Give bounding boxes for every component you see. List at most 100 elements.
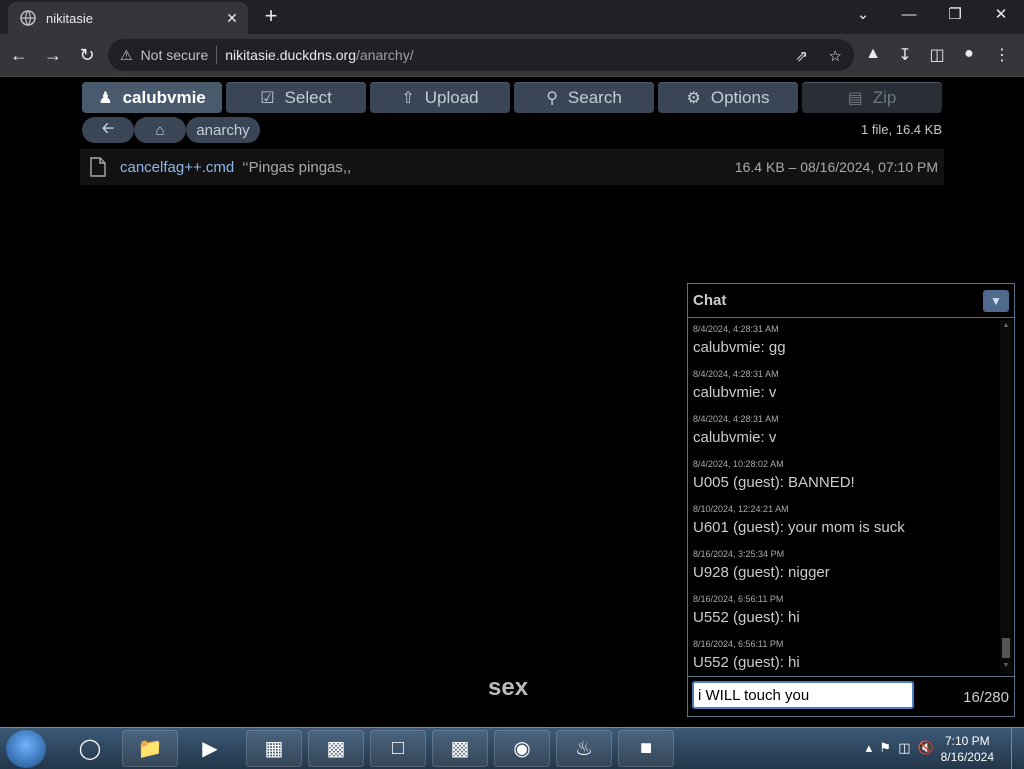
url-path: /anarchy/ [356, 47, 414, 63]
chat-message: 8/16/2024, 6:56:11 PM U552 (guest): hi [693, 590, 996, 635]
home-icon: ⌂ [155, 121, 165, 139]
file-row[interactable]: cancelfag++.cmd ‘‘Pingas pingas,, 16.4 K… [80, 149, 944, 185]
chat-log[interactable]: 8/4/2024, 4:28:31 AM calubvmie: gg 8/4/2… [688, 320, 996, 674]
browser-tab[interactable]: nikitasie ✕ [8, 2, 248, 34]
scroll-down-icon[interactable]: ▼ [1000, 662, 1012, 672]
chat-message: 8/10/2024, 12:24:21 AM U601 (guest): you… [693, 500, 996, 545]
file-description: ‘‘Pingas pingas,, [242, 158, 352, 176]
chat-input[interactable] [692, 681, 914, 709]
clock-date: 8/16/2024 [940, 750, 994, 764]
labs-flask-icon[interactable]: ▲ [863, 45, 883, 63]
scroll-thumb[interactable] [1002, 638, 1010, 658]
breadcrumb-anarchy[interactable]: anarchy [186, 117, 260, 143]
tab-strip: nikitasie ✕ + ⌄ — ❐ ✕ [0, 0, 1024, 34]
chrome-icon[interactable]: ◉ [494, 730, 550, 767]
java-icon[interactable]: ♨ [556, 730, 612, 767]
tab-title: nikitasie [46, 10, 93, 26]
download-icon[interactable]: ↧ [895, 45, 915, 65]
star-icon[interactable]: ☆ [829, 47, 842, 65]
chat-text: U005 (guest): BANNED! [693, 474, 855, 491]
upload-button-label: Upload [424, 87, 479, 107]
upload-button[interactable]: ⇧ Upload [370, 82, 510, 113]
collapse-chevron-icon[interactable]: ▼ [983, 289, 1009, 312]
menu-kebab-icon[interactable]: ⋮ [992, 45, 1012, 65]
back-arrow-icon: 🡠 [101, 119, 115, 137]
chat-text: U601 (guest): your mom is suck [693, 519, 905, 536]
chat-input-area: 16/280 [688, 676, 1014, 717]
chat-text: calubvmie: v [693, 384, 777, 401]
globe-icon [20, 10, 36, 26]
url-host: nikitasie.duckdns.org [225, 47, 357, 63]
chat-scrollbar[interactable]: ▲ ▼ [1000, 320, 1012, 674]
chat-message: 8/4/2024, 10:28:02 AM U005 (guest): BANN… [693, 455, 996, 500]
minecraft-icon[interactable]: ■ [618, 730, 674, 767]
browser-toolbar: ← → ↻ ⚠ Not secure nikitasie.duckdns.org… [0, 34, 1024, 77]
close-window-button[interactable]: ✕ [978, 0, 1024, 30]
zip-button-label: Zip [872, 87, 897, 107]
zip-file-icon: ▤ [847, 89, 863, 107]
search-button[interactable]: ⚲ Search [514, 82, 654, 113]
system-tray-icons[interactable]: ▴ ⚑ ◫ 🔇 [866, 740, 934, 756]
side-panel-icon[interactable]: ◫ [927, 45, 947, 65]
select-button[interactable]: ☑ Select [226, 82, 366, 113]
new-tab-button[interactable]: + [258, 4, 284, 30]
chat-message: 8/16/2024, 6:56:11 PM U552 (guest): hi [693, 635, 996, 674]
ie-icon[interactable]: ◯ [62, 730, 118, 767]
chat-panel: Chat ▼ 8/4/2024, 4:28:31 AM calubvmie: g… [687, 283, 1015, 717]
app-blocks-icon[interactable]: □ [370, 730, 426, 767]
gear-icon: ⚙ [686, 89, 701, 107]
forward-arrow-icon[interactable]: → [38, 40, 68, 70]
chat-message: 8/4/2024, 4:28:31 AM calubvmie: gg [693, 320, 996, 365]
back-arrow-icon[interactable]: ← [4, 40, 34, 70]
file-name-link[interactable]: cancelfag++.cmd [120, 159, 234, 176]
start-button[interactable] [6, 730, 46, 768]
minimize-button[interactable]: — [886, 0, 932, 30]
media-player-icon[interactable]: ▶ [182, 730, 238, 767]
tab-search-icon[interactable]: ⌄ [840, 0, 886, 30]
address-divider [216, 46, 218, 64]
chat-message: 8/4/2024, 4:28:31 AM calubvmie: v [693, 410, 996, 455]
clock[interactable]: 7:10 PM 8/16/2024 [941, 733, 994, 765]
address-bar[interactable]: ⚠ Not secure nikitasie.duckdns.org/anarc… [108, 39, 854, 71]
chat-timestamp: 8/4/2024, 4:28:31 AM [693, 324, 779, 334]
cmd-icon-2[interactable]: ▩ [432, 730, 488, 767]
explorer-folder-icon[interactable]: 📁 [122, 730, 178, 767]
search-button-label: Search [567, 87, 622, 107]
options-button[interactable]: ⚙ Options [658, 82, 798, 113]
security-label[interactable]: Not secure [141, 47, 209, 63]
file-meta: 16.4 KB – 08/16/2024, 07:10 PM [734, 159, 938, 175]
cmd-icon[interactable]: ▩ [308, 730, 364, 767]
warning-icon: ⚠ [120, 46, 133, 63]
chat-text: U552 (guest): hi [693, 654, 800, 671]
chat-text: calubvmie: v [693, 429, 777, 446]
file-summary: 1 file, 16.4 KB [861, 122, 942, 137]
checkbox-icon: ☑ [260, 89, 275, 107]
options-button-label: Options [710, 87, 770, 107]
reload-icon[interactable]: ↻ [72, 40, 102, 70]
clock-time: 7:10 PM [944, 734, 990, 748]
chat-timestamp: 8/4/2024, 4:28:31 AM [693, 369, 779, 379]
share-icon[interactable]: ⇗ [795, 47, 808, 65]
overlay-text: sex [488, 674, 529, 701]
home-crumb-button[interactable]: ⌂ [134, 117, 186, 143]
chat-title: Chat [693, 292, 727, 309]
scroll-up-icon[interactable]: ▲ [1000, 322, 1012, 332]
profile-avatar-icon[interactable]: ● [959, 45, 979, 63]
chat-timestamp: 8/16/2024, 6:56:11 PM [693, 594, 784, 604]
chat-text: U552 (guest): hi [693, 609, 800, 626]
chat-message: 8/4/2024, 4:28:31 AM calubvmie: v [693, 365, 996, 410]
user-icon: ♟ [98, 89, 113, 107]
tab-close-icon[interactable]: ✕ [220, 10, 244, 27]
file-icon [90, 157, 106, 177]
show-desktop-button[interactable] [1011, 728, 1024, 769]
chat-header: Chat ▼ [688, 284, 1014, 318]
upload-icon: ⇧ [401, 89, 415, 107]
zip-button[interactable]: ▤ Zip [802, 82, 942, 113]
restore-button[interactable]: ❐ [932, 0, 978, 30]
user-button[interactable]: ♟ calubvmie [82, 82, 222, 113]
char-counter: 16/280 [963, 689, 1009, 706]
back-crumb-button[interactable]: 🡠 [82, 117, 134, 143]
chat-timestamp: 8/4/2024, 10:28:02 AM [693, 459, 784, 469]
user-button-label: calubvmie [122, 87, 206, 107]
network-monitor-icon[interactable]: ▦ [246, 730, 302, 767]
